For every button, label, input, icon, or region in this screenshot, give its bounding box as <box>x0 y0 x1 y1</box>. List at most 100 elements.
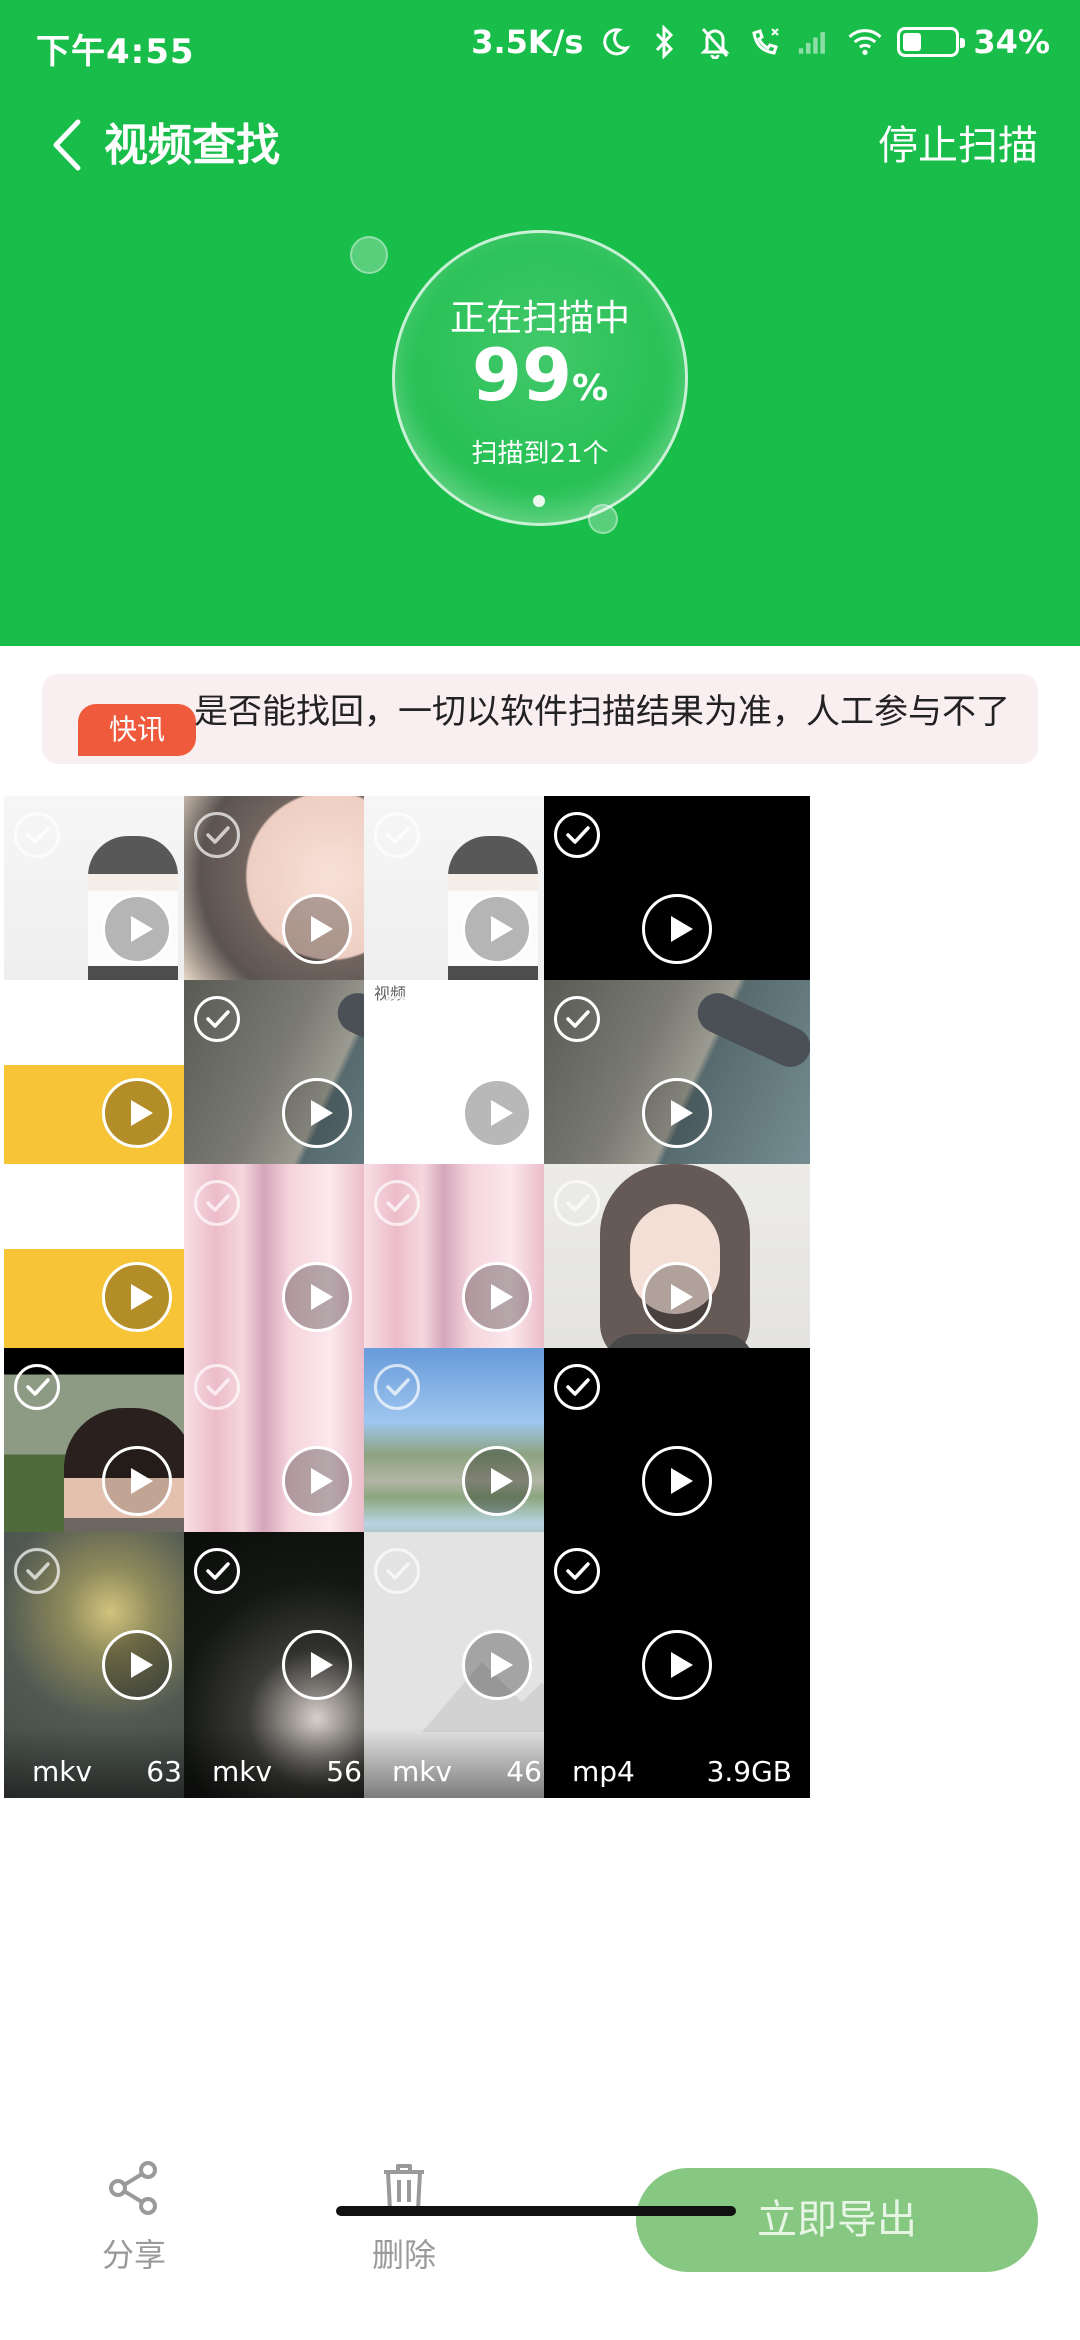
check-icon <box>566 1010 590 1028</box>
play-icon[interactable] <box>642 1262 712 1332</box>
export-now-button[interactable]: 立即导出 <box>636 2168 1038 2272</box>
delete-label: 删除 <box>371 2236 436 2274</box>
share-label: 分享 <box>101 2236 166 2274</box>
video-format: mkv <box>212 1755 273 1788</box>
status-bar: 下午4:55 3.5K/s 34% <box>0 0 1080 96</box>
stop-scan-button[interactable]: 停止扫描 <box>878 106 1038 186</box>
video-format: mkv <box>32 1755 93 1788</box>
check-icon <box>206 1562 230 1580</box>
select-checkbox[interactable] <box>374 1364 420 1410</box>
signal-icon <box>797 22 833 62</box>
check-icon <box>206 1010 230 1028</box>
select-checkbox[interactable] <box>374 812 420 858</box>
select-checkbox[interactable] <box>554 996 600 1042</box>
bottom-action-bar: 分享 删除 立即导出 <box>0 2104 1080 2340</box>
select-checkbox[interactable] <box>14 1180 60 1226</box>
news-ticker: 快讯 是否能找回，一切以软件扫描结果为准，人工参与不了 <box>42 674 1038 764</box>
scan-percent: 99% <box>471 333 609 417</box>
play-icon[interactable] <box>102 894 172 964</box>
check-icon <box>26 1010 50 1028</box>
select-checkbox[interactable] <box>374 1548 420 1594</box>
select-checkbox[interactable] <box>194 1548 240 1594</box>
battery-icon <box>897 27 966 57</box>
status-icons: 3.5K/s 34% <box>471 22 1050 62</box>
play-icon[interactable] <box>462 1262 532 1332</box>
select-checkbox[interactable] <box>554 812 600 858</box>
check-icon <box>206 1378 230 1396</box>
video-format: mkv <box>392 1755 453 1788</box>
select-checkbox[interactable] <box>14 1364 60 1410</box>
play-icon[interactable] <box>462 1446 532 1516</box>
play-icon[interactable] <box>642 894 712 964</box>
bubble-dot <box>533 495 545 507</box>
play-icon[interactable] <box>462 894 532 964</box>
play-icon[interactable] <box>282 894 352 964</box>
check-icon <box>566 1194 590 1212</box>
play-icon[interactable] <box>282 1630 352 1700</box>
tile-footer: mp4 3.9GB <box>544 1728 810 1798</box>
play-icon[interactable] <box>642 1630 712 1700</box>
home-indicator <box>336 2206 736 2216</box>
video-grid: mp42.2MBmp42.5MBmp41.6MBmp436.8KBmp414.7… <box>4 796 1080 2104</box>
check-icon <box>26 1562 50 1580</box>
check-icon <box>206 826 230 844</box>
share-icon <box>109 2161 157 2215</box>
check-icon <box>206 1194 230 1212</box>
select-checkbox[interactable] <box>554 1364 600 1410</box>
select-checkbox[interactable] <box>194 996 240 1042</box>
select-checkbox[interactable] <box>194 1364 240 1410</box>
select-checkbox[interactable] <box>14 812 60 858</box>
check-icon <box>566 1562 590 1580</box>
play-icon[interactable] <box>102 1262 172 1332</box>
check-icon <box>566 826 590 844</box>
play-icon[interactable] <box>282 1262 352 1332</box>
play-icon[interactable] <box>102 1078 172 1148</box>
play-icon[interactable] <box>642 1446 712 1516</box>
play-icon[interactable] <box>102 1630 172 1700</box>
scan-progress-bubble: 正在扫描中 99% 扫描到21个 <box>392 230 688 526</box>
select-checkbox[interactable] <box>554 1548 600 1594</box>
select-checkbox[interactable] <box>554 1180 600 1226</box>
video-tile[interactable]: mp4 3.9GB <box>544 1532 810 1798</box>
scan-found-count: 扫描到21个 <box>471 439 609 469</box>
select-checkbox[interactable] <box>374 996 420 1042</box>
select-checkbox[interactable] <box>14 1548 60 1594</box>
play-icon[interactable] <box>462 1630 532 1700</box>
play-icon[interactable] <box>462 1078 532 1148</box>
select-checkbox[interactable] <box>14 996 60 1042</box>
page-title: 视频查找 <box>104 120 280 171</box>
wifi-icon <box>847 22 883 62</box>
network-speed: 3.5K/s <box>471 23 584 61</box>
play-icon[interactable] <box>102 1446 172 1516</box>
thumb-arm <box>691 986 810 1074</box>
check-icon <box>26 1378 50 1396</box>
mute-icon <box>697 22 733 62</box>
battery-percent: 34% <box>973 23 1050 61</box>
video-format: mp4 <box>572 1755 635 1788</box>
select-checkbox[interactable] <box>194 1180 240 1226</box>
decor-bubble-small <box>350 236 388 274</box>
play-icon[interactable] <box>282 1446 352 1516</box>
select-checkbox[interactable] <box>194 812 240 858</box>
news-badge: 快讯 <box>78 704 196 756</box>
check-icon <box>386 1194 410 1212</box>
title-bar: 视频查找 停止扫描 <box>0 96 1080 206</box>
news-text: 是否能找回，一切以软件扫描结果为准，人工参与不了 <box>194 692 1010 732</box>
check-icon <box>26 826 50 844</box>
check-icon <box>386 1562 410 1580</box>
check-icon <box>386 1378 410 1396</box>
moon-icon <box>597 22 633 62</box>
delete-button[interactable]: 删除 <box>344 2160 464 2276</box>
check-icon <box>386 826 410 844</box>
call-icon <box>747 22 783 62</box>
status-time: 下午4:55 <box>36 32 195 72</box>
check-icon <box>386 1010 410 1028</box>
bluetooth-icon <box>647 22 683 62</box>
select-checkbox[interactable] <box>374 1180 420 1226</box>
share-button[interactable]: 分享 <box>74 2160 194 2276</box>
back-arrow-icon[interactable] <box>44 110 94 180</box>
scan-header: 下午4:55 3.5K/s 34% 视频查找 停止扫描 正在扫描中 99% 扫描… <box>0 0 1080 646</box>
play-icon[interactable] <box>642 1078 712 1148</box>
play-icon[interactable] <box>282 1078 352 1148</box>
check-icon <box>566 1378 590 1396</box>
